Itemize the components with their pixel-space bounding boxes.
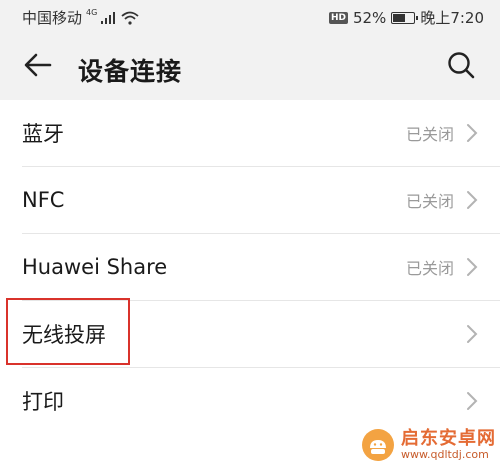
carrier-name: 中国移动 — [22, 9, 83, 27]
list-item-status: 已关闭 — [405, 259, 454, 278]
chevron-right-icon — [467, 124, 478, 142]
status-right: HD 52% 晚上7:20 — [328, 7, 484, 28]
list-item-label: NFC — [22, 188, 65, 212]
list-item-status: 已关闭 — [405, 192, 454, 211]
list-item-label: 蓝牙 — [22, 122, 64, 146]
list-item-label: 无线投屏 — [22, 323, 106, 347]
signal-icon — [101, 11, 116, 24]
list-item-label: 打印 — [22, 390, 64, 414]
watermark-text: 启东安卓网 www.qdltdj.com — [401, 429, 496, 461]
list-item-huawei-share[interactable]: Huawei Share 已关闭 — [22, 234, 500, 301]
clock-time: 晚上7:20 — [420, 9, 484, 27]
page-title: 设备连接 — [78, 57, 183, 86]
android-logo-icon — [362, 429, 394, 461]
watermark-name: 启东安卓网 — [401, 428, 496, 450]
battery-percent: 52% — [352, 8, 387, 27]
header-area: 中国移动 4G HD 52% 晚上7:20 设备连接 — [0, 0, 500, 100]
battery-fill — [393, 13, 405, 22]
battery-icon — [391, 11, 419, 24]
list-item-label: Huawei Share — [22, 255, 168, 279]
watermark: 启东安卓网 www.qdltdj.com — [361, 428, 496, 462]
list-item-wireless-projection[interactable]: 无线投屏 — [22, 301, 500, 368]
list-item-bluetooth[interactable]: 蓝牙 已关闭 — [22, 100, 500, 167]
chevron-right-icon — [467, 191, 478, 209]
chevron-right-icon — [467, 258, 478, 276]
hd-badge: HD — [328, 11, 348, 24]
network-type: 4G — [86, 8, 98, 17]
list-item-nfc[interactable]: NFC 已关闭 — [22, 167, 500, 234]
status-left: 中国移动 4G — [22, 7, 139, 28]
search-icon[interactable] — [446, 50, 476, 80]
wifi-icon — [121, 11, 139, 25]
status-bar: 中国移动 4G HD 52% 晚上7:20 — [0, 0, 500, 34]
arrow-left-icon[interactable] — [22, 49, 54, 81]
chevron-right-icon — [467, 325, 478, 343]
watermark-url: www.qdltdj.com — [401, 447, 489, 461]
list-item-status: 已关闭 — [405, 125, 454, 144]
list-item-print[interactable]: 打印 — [22, 368, 500, 434]
chevron-right-icon — [467, 392, 478, 410]
app-bar: 设备连接 — [0, 34, 500, 100]
settings-list: 蓝牙 已关闭 NFC 已关闭 Huawei Share 已关闭 无线投屏 打印 — [0, 100, 500, 434]
